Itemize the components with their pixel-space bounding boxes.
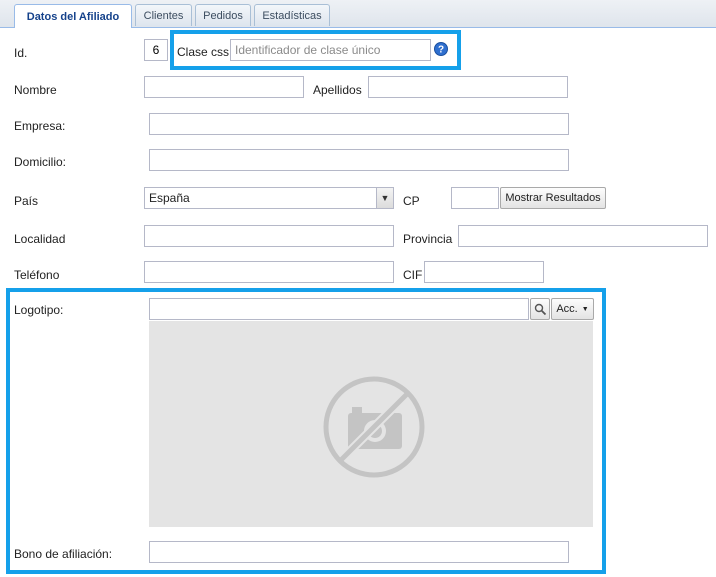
apellidos-input[interactable]	[368, 76, 568, 98]
tab-clientes[interactable]: Clientes	[135, 4, 192, 26]
help-icon[interactable]: ?	[434, 42, 448, 56]
acc-button-label: Acc.	[556, 303, 578, 315]
pais-select[interactable]: España ▼	[144, 187, 394, 209]
search-icon[interactable]	[530, 298, 550, 320]
localidad-input[interactable]	[144, 225, 394, 247]
provincia-input[interactable]	[458, 225, 708, 247]
tab-bar: Datos del Afiliado Clientes Pedidos Esta…	[0, 0, 716, 28]
logotipo-input[interactable]	[149, 298, 529, 320]
no-image-icon	[322, 375, 426, 479]
domicilio-input[interactable]	[149, 149, 569, 171]
pais-selected-value: España	[149, 191, 190, 205]
domicilio-label: Domicilio:	[14, 155, 67, 169]
nombre-input[interactable]	[144, 76, 304, 98]
telefono-label: Teléfono	[14, 268, 60, 282]
cp-label: CP	[403, 194, 420, 208]
cp-input[interactable]	[451, 187, 499, 209]
localidad-label: Localidad	[14, 232, 66, 246]
svg-text:?: ?	[438, 45, 444, 56]
bono-afiliacion-label: Bono de afiliación:	[14, 547, 113, 561]
tab-datos-afiliado[interactable]: Datos del Afiliado	[14, 4, 132, 28]
cif-label: CIF	[403, 268, 423, 282]
id-field[interactable]	[144, 39, 168, 61]
mostrar-resultados-button[interactable]: Mostrar Resultados	[500, 187, 606, 209]
provincia-label: Provincia	[403, 232, 453, 246]
empresa-label: Empresa:	[14, 119, 66, 133]
logo-preview-area	[149, 321, 593, 527]
cif-input[interactable]	[424, 261, 544, 283]
tab-pedidos[interactable]: Pedidos	[195, 4, 251, 26]
caret-down-icon: ▼	[581, 305, 589, 313]
nombre-label: Nombre	[14, 83, 57, 97]
pais-label: País	[14, 194, 39, 208]
chevron-down-icon[interactable]: ▼	[376, 188, 393, 208]
id-label: Id.	[14, 46, 28, 60]
apellidos-label: Apellidos	[313, 83, 362, 97]
css-class-label: Clase css	[177, 45, 230, 59]
logotipo-label: Logotipo:	[14, 303, 64, 317]
tab-estadisticas[interactable]: Estadísticas	[254, 4, 330, 26]
acc-dropdown-button[interactable]: Acc. ▼	[551, 298, 594, 320]
empresa-input[interactable]	[149, 113, 569, 135]
telefono-input[interactable]	[144, 261, 394, 283]
bono-afiliacion-input[interactable]	[149, 541, 569, 563]
css-class-input[interactable]	[230, 39, 431, 61]
